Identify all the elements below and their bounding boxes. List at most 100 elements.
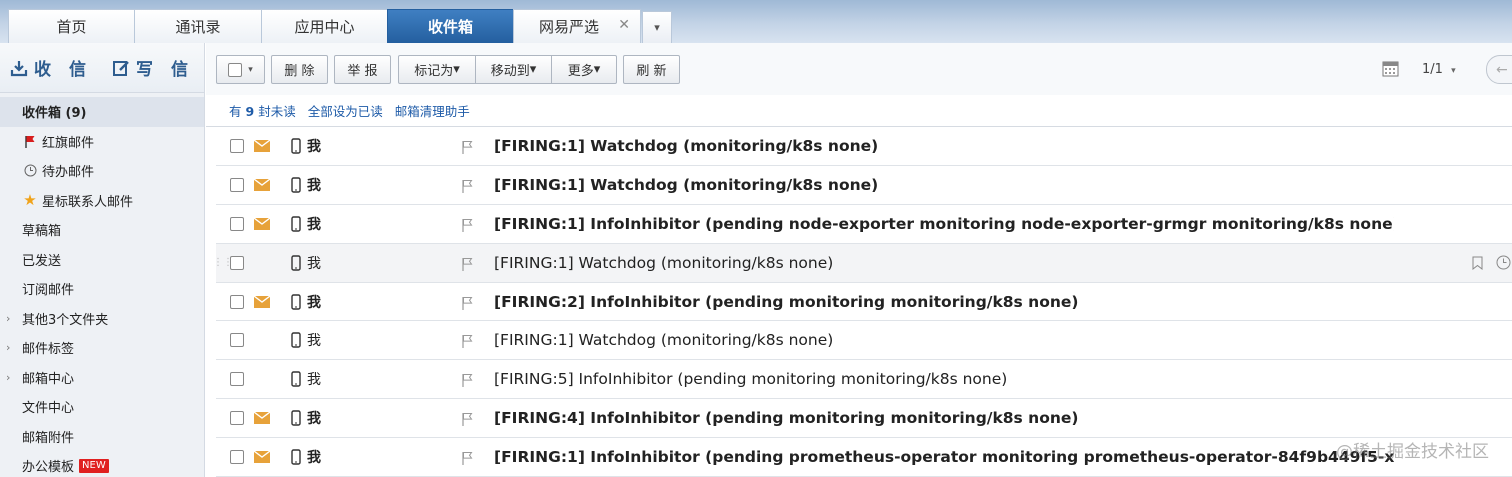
select-all-checkbox[interactable] bbox=[228, 62, 243, 77]
report-button[interactable]: 举 报 bbox=[334, 55, 391, 84]
row-checkbox[interactable] bbox=[230, 333, 244, 348]
email-row[interactable]: 我 [FIRING:1] Watchdog (monitoring/k8s non… bbox=[216, 166, 1512, 205]
row-checkbox[interactable] bbox=[230, 411, 244, 426]
sidebar-item-subscriptions[interactable]: 订阅邮件 bbox=[0, 274, 204, 304]
receive-button[interactable]: 收 信 bbox=[0, 43, 102, 92]
sender-name: 我 bbox=[307, 450, 321, 467]
sender-name: 我 bbox=[307, 177, 321, 194]
email-list: 我 [FIRING:1] Watchdog (monitoring/k8s non… bbox=[213, 127, 1512, 477]
select-all-dropdown[interactable]: ▾ bbox=[216, 55, 265, 84]
chevron-right-icon[interactable]: › bbox=[6, 341, 10, 354]
mark-all-read-link[interactable]: 全部设为已读 bbox=[308, 101, 383, 120]
sidebar-item-red-flag[interactable]: 红旗邮件 bbox=[0, 127, 204, 157]
clock-icon[interactable] bbox=[1496, 255, 1511, 270]
mailbox-cleanup-link[interactable]: 邮箱清理助手 bbox=[395, 101, 470, 120]
move-to-dropdown[interactable]: 移动到 ▾ bbox=[476, 56, 552, 83]
mobile-icon bbox=[291, 293, 301, 310]
flag-icon[interactable] bbox=[461, 179, 473, 193]
email-row[interactable]: 我 [FIRING:1] InfoInhibitor (pending node-… bbox=[216, 205, 1512, 244]
sender-name: 我 bbox=[307, 333, 321, 350]
flag-icon[interactable] bbox=[461, 334, 473, 349]
row-checkbox[interactable] bbox=[230, 216, 244, 231]
flag-icon[interactable] bbox=[461, 140, 473, 154]
download-icon bbox=[10, 60, 28, 76]
sidebar-item-sent[interactable]: 已发送 bbox=[0, 245, 204, 275]
row-checkbox[interactable] bbox=[230, 138, 244, 153]
tab-app-center[interactable]: 应用中心 bbox=[261, 9, 388, 43]
tab-yanxuan[interactable]: 网易严选 ✕ bbox=[513, 9, 641, 43]
tab-contacts[interactable]: 通讯录 bbox=[134, 9, 262, 43]
clock-icon bbox=[22, 164, 38, 177]
sidebar-item-attachments[interactable]: 邮箱附件 bbox=[0, 422, 204, 452]
unread-count: 9 bbox=[245, 104, 255, 119]
previous-page-button[interactable]: ← bbox=[1486, 55, 1512, 84]
top-navigation-bar: 首页 通讯录 应用中心 收件箱 网易严选 ✕ ▾ bbox=[0, 0, 1512, 43]
row-checkbox[interactable] bbox=[230, 255, 244, 270]
sender-name: 我 bbox=[307, 411, 321, 428]
email-subject[interactable]: [FIRING:1] InfoInhibitor (pending node-e… bbox=[494, 215, 1394, 233]
sidebar-item-inbox[interactable]: 收件箱 (9) bbox=[0, 97, 204, 127]
close-icon[interactable]: ✕ bbox=[618, 17, 630, 33]
bookmark-icon[interactable] bbox=[1472, 256, 1483, 270]
sidebar: 收 信 写 信 收件箱 (9) 红旗邮件 待办邮件 ★ 星标联系人邮件 草稿箱 … bbox=[0, 43, 205, 477]
email-row[interactable]: 我 [FIRING:5] InfoInhibitor (pending monit… bbox=[216, 360, 1512, 400]
mark-as-dropdown[interactable]: 标记为 ▾ bbox=[399, 56, 476, 83]
email-row[interactable]: 我 [FIRING:1] Watchdog (monitoring/k8s non… bbox=[216, 127, 1512, 166]
more-dropdown[interactable]: 更多 ▾ bbox=[552, 56, 616, 83]
tab-home[interactable]: 首页 bbox=[8, 9, 135, 43]
flag-icon[interactable] bbox=[461, 412, 473, 427]
page-indicator[interactable]: 1/1 ▾ bbox=[1422, 62, 1456, 77]
star-icon: ★ bbox=[23, 191, 37, 210]
tab-inbox[interactable]: 收件箱 bbox=[387, 9, 514, 43]
email-row[interactable]: 我 [FIRING:1] InfoInhibitor (pending prome… bbox=[216, 438, 1512, 477]
refresh-button[interactable]: 刷 新 bbox=[623, 55, 680, 84]
action-dropdown-group: 标记为 ▾ 移动到 ▾ 更多 ▾ bbox=[398, 55, 617, 84]
flag-icon[interactable] bbox=[461, 373, 473, 388]
new-badge: NEW bbox=[79, 458, 109, 473]
chevron-right-icon[interactable]: › bbox=[6, 312, 10, 325]
email-row[interactable]: 我 [FIRING:1] Watchdog (monitoring/k8s non… bbox=[216, 321, 1512, 361]
email-subject[interactable]: [FIRING:5] InfoInhibitor (pending monito… bbox=[494, 370, 1007, 388]
sender-name: 我 bbox=[307, 255, 321, 272]
email-subject[interactable]: [FIRING:1] Watchdog (monitoring/k8s none… bbox=[494, 331, 833, 349]
flag-icon[interactable] bbox=[461, 257, 473, 271]
chevron-down-icon[interactable]: ▾ bbox=[642, 11, 672, 43]
delete-button[interactable]: 删 除 bbox=[271, 55, 328, 84]
unread-mail-icon bbox=[254, 140, 270, 152]
flag-icon[interactable] bbox=[461, 218, 473, 232]
sidebar-actions: 收 信 写 信 bbox=[0, 43, 204, 93]
sidebar-item-file-center[interactable]: 文件中心 bbox=[0, 392, 204, 422]
flag-icon[interactable] bbox=[461, 451, 473, 466]
main-panel: ▾ 删 除 举 报 标记为 ▾ 移动到 ▾ 更多 ▾ 刷 新 1/1 ▾ ← 有 9 封未… bbox=[206, 43, 1512, 477]
sidebar-item-other-folders[interactable]: › 其他3个文件夹 bbox=[0, 304, 204, 334]
row-checkbox[interactable] bbox=[230, 177, 244, 192]
email-row[interactable]: ⋮⋮ 我 [FIRING:1] Watchdog (monitoring/k8s n… bbox=[213, 243, 1512, 283]
email-subject[interactable]: [FIRING:4] InfoInhibitor (pending monito… bbox=[494, 409, 1078, 427]
sidebar-item-drafts[interactable]: 草稿箱 bbox=[0, 215, 204, 245]
flag-icon[interactable] bbox=[461, 296, 473, 310]
email-subject[interactable]: [FIRING:2] InfoInhibitor (pending monito… bbox=[494, 293, 1078, 311]
sidebar-item-starred[interactable]: ★ 星标联系人邮件 bbox=[0, 186, 204, 216]
calendar-icon[interactable] bbox=[1382, 60, 1399, 77]
arrow-left-icon: ← bbox=[1496, 61, 1508, 78]
chevron-right-icon[interactable]: › bbox=[6, 371, 10, 384]
email-subject[interactable]: [FIRING:1] InfoInhibitor (pending promet… bbox=[494, 448, 1394, 466]
email-subject[interactable]: [FIRING:1] Watchdog (monitoring/k8s none… bbox=[494, 254, 833, 272]
sidebar-item-todo[interactable]: 待办邮件 bbox=[0, 156, 204, 186]
toolbar: ▾ 删 除 举 报 标记为 ▾ 移动到 ▾ 更多 ▾ 刷 新 1/1 ▾ ← bbox=[206, 43, 1512, 95]
row-checkbox[interactable] bbox=[230, 450, 244, 465]
sidebar-item-mail-center[interactable]: › 邮箱中心 bbox=[0, 363, 204, 393]
mobile-icon bbox=[291, 254, 301, 271]
sender-name: 我 bbox=[307, 216, 321, 233]
unread-mail-icon bbox=[254, 295, 270, 308]
row-checkbox[interactable] bbox=[230, 372, 244, 387]
chevron-down-icon: ▾ bbox=[453, 62, 460, 77]
compose-button[interactable]: 写 信 bbox=[102, 43, 204, 92]
sidebar-item-templates[interactable]: 办公模板 NEW bbox=[0, 451, 204, 477]
sidebar-item-mail-tags[interactable]: › 邮件标签 bbox=[0, 333, 204, 363]
email-row[interactable]: 我 [FIRING:4] InfoInhibitor (pending monit… bbox=[216, 399, 1512, 439]
row-checkbox[interactable] bbox=[230, 294, 244, 309]
email-row[interactable]: 我 [FIRING:2] InfoInhibitor (pending monit… bbox=[216, 283, 1512, 322]
email-subject[interactable]: [FIRING:1] Watchdog (monitoring/k8s none… bbox=[494, 137, 878, 155]
email-subject[interactable]: [FIRING:1] Watchdog (monitoring/k8s none… bbox=[494, 176, 878, 194]
